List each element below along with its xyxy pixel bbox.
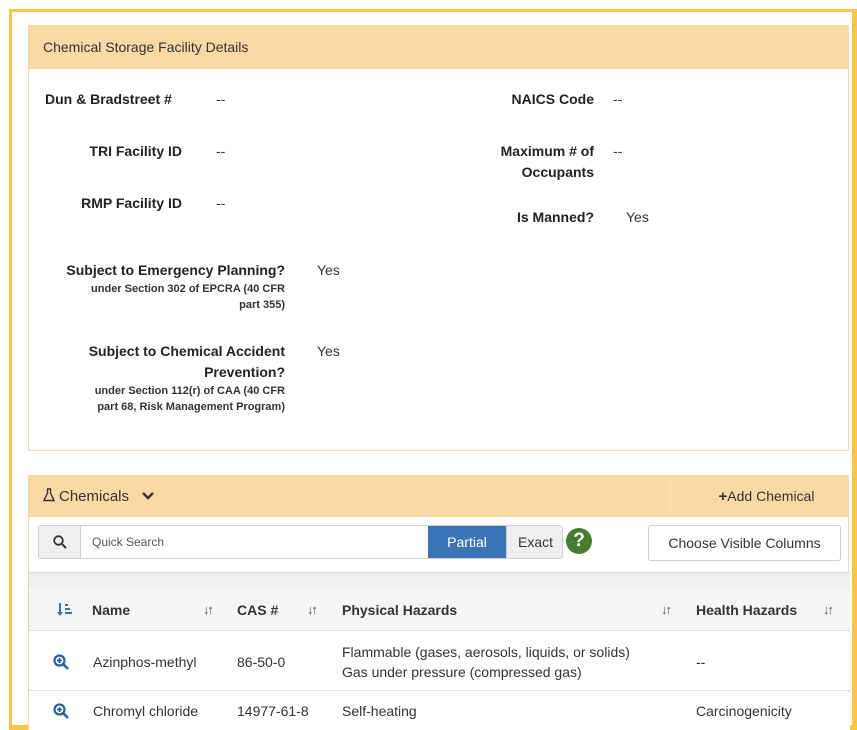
facility-details-header: Chemical Storage Facility Details bbox=[29, 26, 848, 69]
plus-icon: + bbox=[718, 488, 728, 505]
max-occupants-label: Maximum # of Occupants bbox=[449, 141, 594, 183]
flask-icon bbox=[42, 488, 56, 502]
emergency-planning-label: Subject to Emergency Planning? under Sec… bbox=[45, 260, 285, 313]
table-top-strip bbox=[29, 572, 850, 589]
chemical-health-hazards: -- bbox=[696, 654, 706, 670]
exact-match-button[interactable]: Exact bbox=[506, 526, 562, 558]
chemicals-toggle[interactable]: Chemicals bbox=[42, 476, 155, 517]
accident-prevention-value: Yes bbox=[317, 343, 340, 359]
dun-value: -- bbox=[216, 91, 226, 107]
chemical-cas: 14977-61-8 bbox=[237, 703, 309, 719]
partial-match-button[interactable]: Partial bbox=[428, 526, 506, 558]
chemical-physical-hazards: Self-heating bbox=[342, 703, 417, 719]
emergency-planning-sub1: under Section 302 of EPCRA (40 CFR bbox=[91, 283, 285, 295]
rmp-label: RMP Facility ID bbox=[81, 195, 182, 211]
search-icon bbox=[52, 535, 67, 549]
sort-icon[interactable]: ↓↑ bbox=[661, 589, 672, 631]
physical-hazard-line: Gas under pressure (compressed gas) bbox=[342, 664, 582, 680]
table-header: Name ↓↑ CAS # ↓↑ Physical Hazards ↓↑ Hea… bbox=[29, 589, 850, 631]
accident-prevention-title2: Prevention? bbox=[204, 364, 285, 380]
is-manned-value: Yes bbox=[626, 209, 649, 225]
sort-amount-icon[interactable] bbox=[56, 602, 72, 618]
column-header-name[interactable]: Name bbox=[92, 589, 130, 631]
add-chemical-button[interactable]: +Add Chemical bbox=[689, 476, 844, 517]
emergency-planning-sub2: part 355) bbox=[239, 299, 285, 311]
dun-label: Dun & Bradstreet # bbox=[45, 91, 172, 107]
max-occupants-label-line2: Occupants bbox=[521, 164, 594, 180]
accident-prevention-sub1: under Section 112(r) of CAA (40 CFR bbox=[94, 385, 285, 397]
tri-label: TRI Facility ID bbox=[89, 143, 182, 159]
chemical-physical-hazards: Flammable (gases, aerosols, liquids, or … bbox=[342, 642, 630, 682]
naics-label: NAICS Code bbox=[511, 91, 594, 107]
frame-border-right bbox=[852, 9, 857, 730]
physical-hazard-line: Flammable (gases, aerosols, liquids, or … bbox=[342, 644, 630, 660]
quick-search-input[interactable] bbox=[82, 526, 432, 558]
accident-prevention-label: Subject to Chemical Accident Prevention?… bbox=[45, 341, 285, 415]
facility-details-panel: Chemical Storage Facility Details Dun & … bbox=[28, 25, 849, 451]
choose-columns-button[interactable]: Choose Visible Columns bbox=[648, 525, 841, 561]
search-button[interactable] bbox=[39, 526, 81, 558]
column-header-health-hazards[interactable]: Health Hazards bbox=[696, 589, 797, 631]
help-icon[interactable]: ? bbox=[566, 528, 592, 554]
max-occupants-value: -- bbox=[613, 143, 623, 159]
header-divider bbox=[670, 476, 671, 517]
chemical-health-hazards: Carcinogenicity bbox=[696, 703, 792, 719]
sort-icon[interactable]: ↓↑ bbox=[307, 589, 318, 631]
sort-icon[interactable]: ↓↑ bbox=[823, 589, 834, 631]
chemical-name: Azinphos-methyl bbox=[93, 654, 197, 670]
chemicals-header: Chemicals +Add Chemical bbox=[29, 476, 848, 517]
chemicals-title: Chemicals bbox=[59, 488, 130, 505]
tri-value: -- bbox=[216, 143, 226, 159]
accident-prevention-title1: Subject to Chemical Accident bbox=[88, 343, 285, 359]
chevron-down-icon bbox=[142, 492, 155, 500]
emergency-planning-title: Subject to Emergency Planning? bbox=[66, 262, 285, 278]
table-row: Azinphos-methyl 86-50-0 Flammable (gases… bbox=[29, 632, 850, 691]
emergency-planning-value: Yes bbox=[317, 262, 340, 278]
chemical-cas: 86-50-0 bbox=[237, 654, 286, 670]
add-chemical-label: Add Chemical bbox=[727, 488, 815, 504]
zoom-in-icon[interactable] bbox=[53, 703, 69, 719]
naics-value: -- bbox=[613, 91, 623, 107]
chemicals-panel: Chemicals +Add Chemical Partial Exact ? … bbox=[28, 475, 850, 730]
search-group: Partial Exact bbox=[38, 525, 563, 559]
rmp-value: -- bbox=[216, 195, 226, 211]
column-header-cas[interactable]: CAS # bbox=[237, 589, 278, 631]
is-manned-label: Is Manned? bbox=[516, 209, 594, 225]
table-row: Chromyl chloride 14977-61-8 Self-heating… bbox=[29, 692, 850, 730]
chemical-name: Chromyl chloride bbox=[93, 703, 199, 719]
column-header-physical-hazards[interactable]: Physical Hazards bbox=[342, 589, 457, 631]
max-occupants-label-line1: Maximum # of bbox=[500, 143, 594, 159]
sort-icon[interactable]: ↓↑ bbox=[203, 589, 214, 631]
accident-prevention-sub2: part 68, Risk Management Program) bbox=[97, 401, 285, 413]
zoom-in-icon[interactable] bbox=[53, 654, 69, 670]
